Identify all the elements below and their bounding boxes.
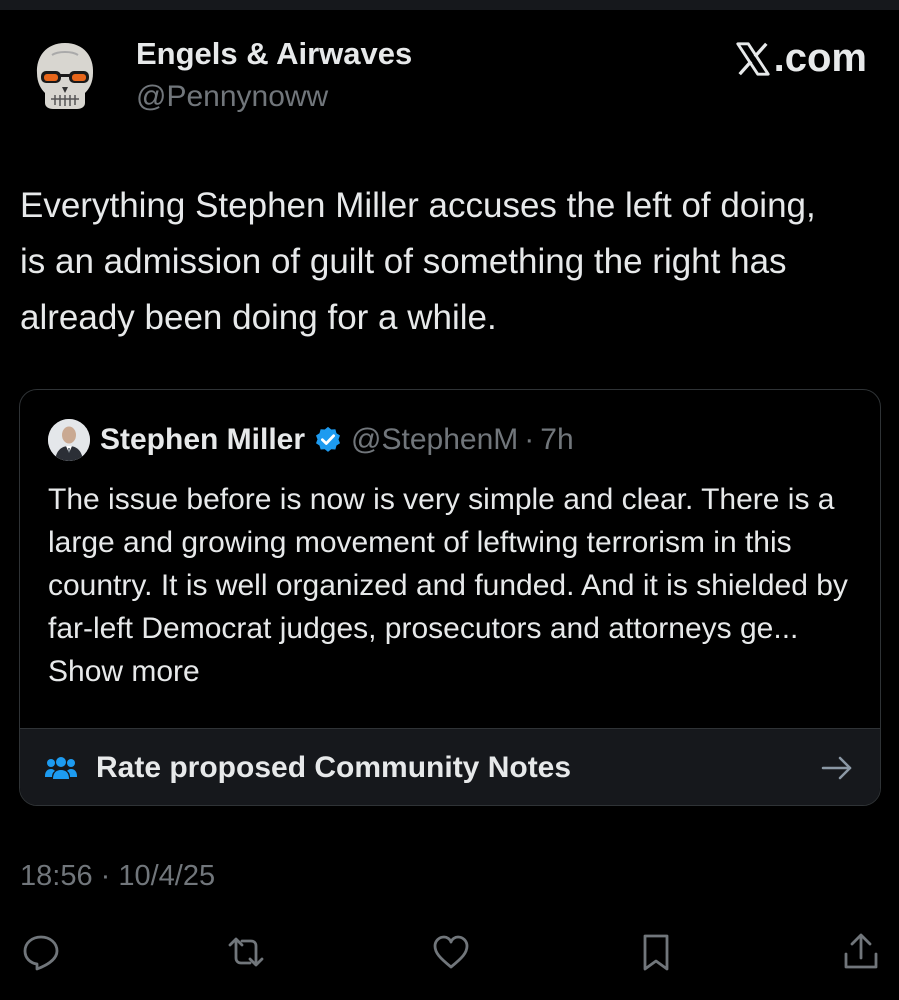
quoted-post-body: The issue before is now is very simple a…: [48, 483, 848, 645]
quoted-post-time: 7h: [540, 423, 574, 456]
bookmark-button[interactable]: [634, 930, 678, 974]
author-handle[interactable]: @Pennynoww: [136, 80, 328, 114]
repost-button[interactable]: [224, 930, 268, 974]
quoted-post-header: Stephen Miller @StephenM · 7h: [48, 419, 574, 461]
share-button[interactable]: [839, 930, 883, 974]
post-timestamp: 18:56 · 10/4/25: [20, 860, 216, 892]
community-notes-label: Rate proposed Community Notes: [96, 751, 572, 784]
quoted-author-name[interactable]: Stephen Miller: [100, 423, 305, 457]
community-notes-bar[interactable]: Rate proposed Community Notes: [20, 728, 880, 805]
author-avatar[interactable]: [22, 33, 108, 119]
quoted-post-card[interactable]: Stephen Miller @StephenM · 7h The issue …: [19, 389, 881, 806]
reply-button[interactable]: [19, 930, 63, 974]
bookmark-icon: [643, 934, 669, 971]
arrow-right-icon: [821, 756, 852, 780]
quoted-post-text: The issue before is now is very simple a…: [48, 478, 848, 693]
show-more-link[interactable]: Show more: [48, 655, 200, 688]
like-icon: [433, 935, 469, 969]
top-strip: [0, 0, 899, 10]
brand-watermark: .com: [734, 36, 867, 81]
quoted-author-avatar[interactable]: [48, 419, 90, 461]
brand-label: .com: [773, 36, 867, 80]
repost-icon: [228, 937, 264, 967]
share-icon: [844, 933, 878, 969]
skull-icon: [22, 33, 108, 119]
separator-dot: ·: [524, 423, 535, 456]
author-name[interactable]: Engels & Airwaves: [136, 36, 412, 72]
x-logo-icon: [736, 41, 770, 76]
verified-badge-icon: [316, 426, 341, 452]
quoted-author-handle[interactable]: @StephenM: [351, 423, 518, 457]
reply-icon: [23, 935, 59, 971]
people-icon: [45, 757, 77, 779]
post-text: Everything Stephen Miller accuses the le…: [20, 186, 816, 337]
like-button[interactable]: [429, 930, 473, 974]
person-avatar-icon: [48, 419, 90, 461]
